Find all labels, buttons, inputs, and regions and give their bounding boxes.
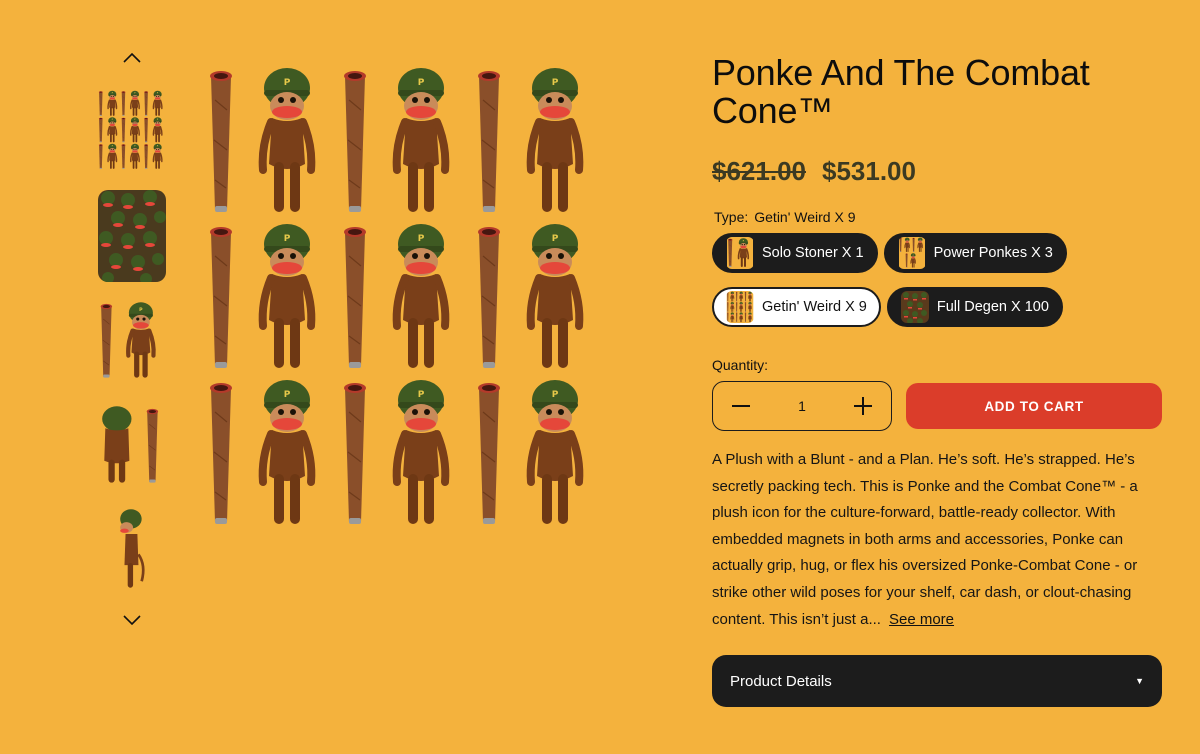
add-to-cart-button[interactable]: ADD TO CART	[906, 383, 1162, 429]
variant-swatch-image	[898, 237, 926, 269]
product-title: Ponke And The Combat Cone™	[712, 52, 1090, 131]
quantity-label: Quantity:	[712, 357, 769, 373]
thumbnail-crowd-image[interactable]	[98, 190, 166, 282]
price-row: $621.00 $531.00	[712, 156, 1162, 187]
type-selected-value: Getin' Weird X 9	[754, 209, 856, 225]
product-details-accordion[interactable]: Product Details ▼	[712, 655, 1162, 708]
variant-label: Getin' Weird X 9	[762, 299, 867, 315]
variant-label: Power Ponkes X 3	[933, 245, 1053, 261]
product-details-label: Product Details	[730, 672, 832, 690]
caret-down-icon: ▼	[1135, 676, 1144, 687]
original-price: $621.00	[712, 156, 806, 186]
variant-power-ponkes[interactable]: Power Ponkes X 3	[883, 233, 1067, 273]
thumbnail-grid-image[interactable]	[98, 84, 166, 176]
chevron-down-icon	[123, 615, 141, 625]
thumbnail-side-view-image[interactable]	[98, 506, 166, 592]
quantity-decrease-button[interactable]	[731, 396, 751, 416]
see-more-link[interactable]: See more	[889, 611, 954, 628]
main-product-image[interactable]	[205, 62, 605, 532]
chevron-up-icon	[123, 53, 141, 63]
plus-icon	[853, 397, 872, 415]
sale-price: $531.00	[821, 156, 916, 186]
variant-solo-stoner[interactable]: Solo Stoner X 1	[712, 233, 878, 273]
quantity-value[interactable]: 1	[798, 398, 806, 414]
quantity-cart-row: 1 ADD TO CART	[712, 381, 1162, 431]
variant-swatch-image	[900, 291, 929, 323]
variant-getin-weird[interactable]: Getin' Weird X 9	[712, 287, 881, 327]
description-text: A Plush with a Blunt - and a Plan. He’s …	[712, 451, 1138, 628]
type-label: Type:	[714, 209, 749, 225]
thumbnails-scroll-down-button[interactable]	[122, 610, 142, 630]
thumbnail-back-view-image[interactable]	[98, 402, 166, 488]
variant-full-degen[interactable]: Full Degen X 100	[886, 287, 1063, 327]
product-description: A Plush with a Blunt - and a Plan. He’s …	[712, 447, 1162, 633]
thumbnails-scroll-up-button[interactable]	[122, 48, 142, 68]
variant-label: Full Degen X 100	[936, 299, 1049, 315]
product-info: Ponke And The Combat Cone™ $621.00 $531.…	[712, 52, 1162, 708]
quantity-stepper: 1	[712, 381, 892, 431]
quantity-increase-button[interactable]	[853, 396, 873, 416]
type-selector-label: Type: Getin' Weird X 9	[712, 209, 1162, 225]
variant-options: Solo Stoner X 1 Power Ponkes X 3 Getin' …	[712, 233, 1162, 327]
thumbnail-single-image[interactable]	[98, 298, 166, 384]
variant-swatch-image	[726, 237, 754, 269]
variant-swatch-image	[726, 291, 754, 323]
variant-label: Solo Stoner X 1	[762, 245, 864, 261]
minus-icon	[732, 405, 750, 407]
